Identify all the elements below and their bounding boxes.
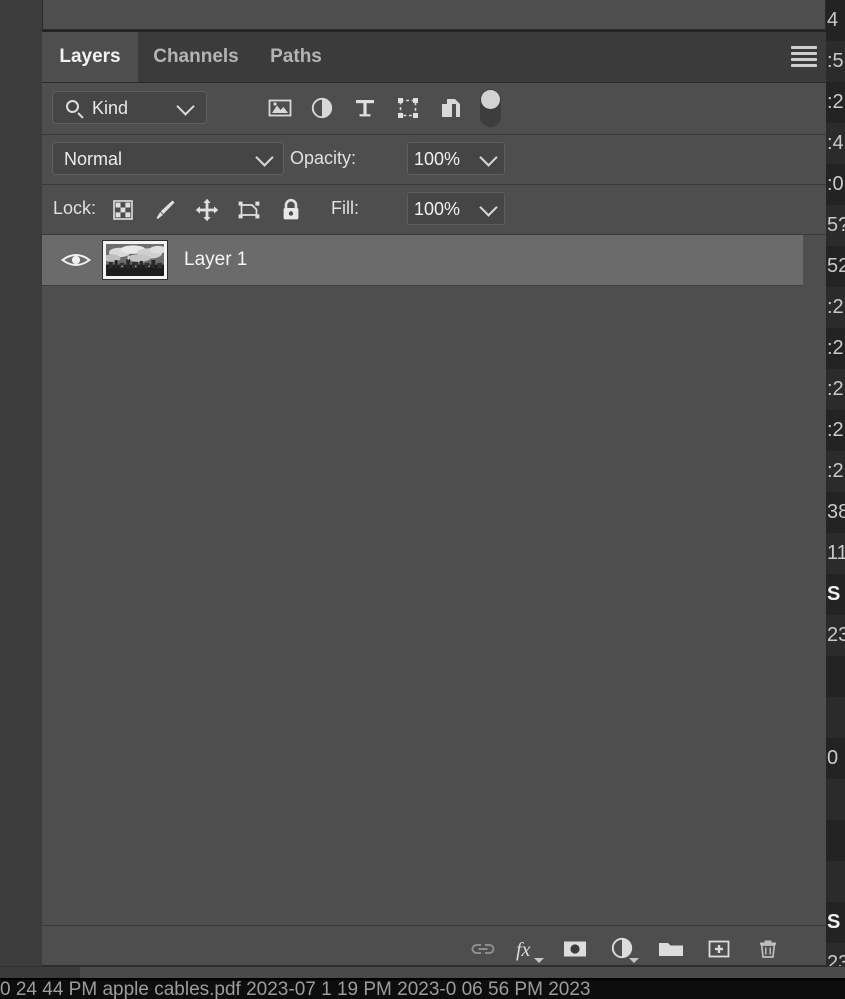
background-strip-line: S [827,911,841,933]
layer-thumbnail [102,240,168,280]
chevron-down-icon [255,148,274,167]
tab-channels[interactable]: Channels [138,32,254,82]
opacity-stepper[interactable] [473,142,505,175]
lock-label: Lock: [53,198,97,218]
background-strip-line: S [827,583,841,605]
background-strip-line: :0 [827,173,844,195]
layers-panel-toolbar: fx [42,925,826,966]
background-strip-line: 38 [827,501,845,523]
background-strip-line: :2 [827,419,844,441]
chevron-down-icon [479,198,498,217]
opacity-label: Opacity: [290,148,357,168]
background-strip-line [826,779,845,820]
background-strip-line: 4 [827,9,839,31]
new-group-icon[interactable] [656,934,686,964]
new-adjustment-layer-icon[interactable] [608,934,639,964]
layers-panel: Layers Channels Paths Kind Normal Opacit… [42,32,826,966]
background-strip-line: :2 [827,337,844,359]
add-layer-mask-icon[interactable] [560,934,590,964]
filter-kind-label: Kind [92,98,129,118]
layer-filter-row: Kind [42,83,826,135]
blend-opacity-row: Normal Opacity: 100% [42,135,826,185]
layer-style-fx-icon[interactable]: fx [514,934,544,964]
chevron-down-icon [534,958,544,963]
tab-paths[interactable]: Paths [254,32,338,82]
svg-text:fx: fx [516,939,531,961]
background-strip-line: :2 [826,287,845,328]
background-strip-line: 0 [827,747,839,769]
link-layers-icon[interactable] [468,934,498,964]
filter-enable-toggle[interactable] [480,89,501,127]
filter-kind-dropdown[interactable]: Kind [52,91,207,124]
background-strip-line: 11 [826,533,845,574]
background-file-list-row-text: 0 24 44 PM apple cables.pdf 2023-07 1 19… [0,979,591,999]
background-strip-line: 23 [826,615,845,656]
layer-list: Layer 1 [42,235,826,925]
chevron-down-icon [479,148,498,167]
background-strip-line: :4 [826,123,845,164]
layer-name: Layer 1 [184,249,248,270]
opacity-input[interactable]: 100% [407,142,474,175]
background-strip-line: 5? [826,205,845,246]
opacity-value: 100% [414,149,461,169]
background-strip-line: :2 [826,369,845,410]
background-strip-line: 52 [827,255,845,277]
background-strip-line [826,861,845,902]
table-row[interactable]: Layer 1 [42,235,803,286]
lock-image-pixels-icon[interactable] [152,197,178,223]
lock-fill-row: Lock: Fill: 100% [42,185,826,235]
background-strip-line [826,697,845,738]
blend-mode-value: Normal [64,149,123,169]
prevent-artboard-nesting-icon[interactable] [236,197,262,223]
lock-transparent-pixels-icon[interactable] [110,197,136,223]
layer-visibility-eye-icon[interactable] [60,249,92,271]
search-icon [66,100,79,113]
blend-mode-dropdown[interactable]: Normal [52,142,284,175]
delete-layer-icon[interactable] [753,934,783,964]
fill-label: Fill: [331,198,359,218]
fill-stepper[interactable] [473,192,505,225]
background-file-list-row: 0 24 44 PM apple cables.pdf 2023-07 1 19… [0,978,845,999]
fill-input[interactable]: 100% [407,192,474,225]
chevron-down-icon [629,958,639,963]
shape-layer-filter-icon[interactable] [395,95,421,121]
panel-tab-bar: Layers Channels Paths [42,32,826,83]
lock-position-icon[interactable] [194,197,220,223]
fill-value: 100% [414,199,461,219]
hamburger-menu-icon[interactable] [790,46,818,68]
background-strip-line: :5 [826,41,845,82]
pixel-layer-filter-icon[interactable] [267,95,293,121]
adjustment-layer-filter-icon[interactable] [309,95,335,121]
tab-layers[interactable]: Layers [42,32,138,82]
smart-object-filter-icon[interactable] [438,95,464,121]
type-layer-filter-icon[interactable] [352,95,378,121]
background-strip-line [826,820,845,861]
background-strip-line [826,656,845,697]
new-layer-icon[interactable] [704,934,734,964]
panel-above-partial [42,0,826,30]
lock-all-icon[interactable] [278,197,304,223]
background-window-lower-chrome [0,966,845,979]
background-strip-line: :2 [826,451,845,492]
chevron-down-icon [176,97,195,116]
panel-outer-chrome-left [0,0,36,999]
background-file-list-strip: 4:5:2:4:05?52:2:2:2:2:23811S230S23 [826,0,845,978]
background-strip-line: :2 [827,91,844,113]
